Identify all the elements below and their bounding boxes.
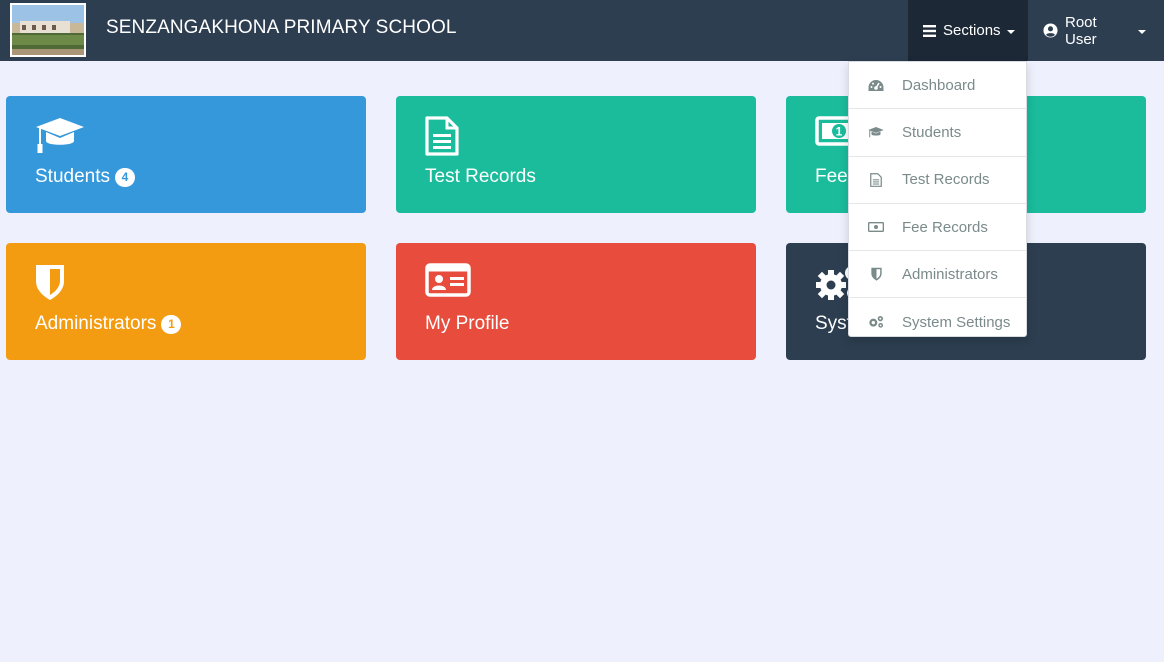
students-tile[interactable]: Students 4 bbox=[6, 96, 366, 213]
administrators-count-badge: 1 bbox=[161, 314, 182, 334]
students-count-badge: 4 bbox=[115, 167, 135, 187]
graduation-cap-icon bbox=[35, 116, 85, 159]
id-card-icon bbox=[425, 263, 471, 302]
gears-icon bbox=[868, 315, 884, 329]
caret-down-icon bbox=[1138, 29, 1146, 34]
shield-icon bbox=[35, 263, 65, 306]
test-records-tile-label: Test Records bbox=[425, 166, 536, 187]
brand-title[interactable]: SENZANGAKHONA PRIMARY SCHOOL bbox=[106, 17, 457, 39]
dropdown-item-label: Students bbox=[902, 123, 962, 141]
dropdown-item-students[interactable]: Students bbox=[849, 109, 1026, 157]
students-tile-label: Students bbox=[35, 166, 110, 187]
dropdown-item-label: Fee Records bbox=[902, 218, 988, 236]
graduation-cap-icon bbox=[868, 126, 884, 139]
tile-label: Students 4 bbox=[35, 166, 135, 188]
school-logo[interactable] bbox=[10, 3, 86, 57]
money-icon bbox=[868, 221, 884, 233]
test-records-tile[interactable]: Test Records bbox=[396, 96, 756, 213]
nav-right-menu: Sections Root User bbox=[908, 0, 1164, 61]
dropdown-item-system-settings[interactable]: System Settings bbox=[849, 298, 1026, 345]
document-icon bbox=[868, 172, 884, 187]
user-circle-icon bbox=[1043, 23, 1058, 38]
dropdown-item-fee-records[interactable]: Fee Records bbox=[849, 204, 1026, 252]
document-icon bbox=[425, 116, 459, 161]
caret-down-icon bbox=[1006, 29, 1015, 34]
administrators-tile-label: Administrators bbox=[35, 313, 157, 334]
dropdown-item-label: Dashboard bbox=[902, 76, 976, 94]
menu-icon bbox=[923, 24, 936, 37]
dashboard-icon bbox=[868, 79, 884, 92]
my-profile-tile[interactable]: My Profile bbox=[396, 243, 756, 360]
svg-text:1: 1 bbox=[836, 125, 843, 139]
sections-dropdown-toggle[interactable]: Sections bbox=[908, 0, 1028, 61]
tile-label: Administrators 1 bbox=[35, 313, 182, 335]
sections-dropdown-menu: Dashboard Students Test Records Fee Reco… bbox=[848, 61, 1027, 337]
administrators-tile[interactable]: Administrators 1 bbox=[6, 243, 366, 360]
sections-label: Sections bbox=[943, 22, 1001, 39]
dropdown-item-label: Administrators bbox=[902, 265, 998, 283]
top-navbar: SENZANGAKHONA PRIMARY SCHOOL Sections Ro… bbox=[0, 0, 1164, 61]
dropdown-item-dashboard[interactable]: Dashboard bbox=[849, 62, 1026, 110]
dropdown-item-label: System Settings bbox=[902, 313, 1011, 331]
my-profile-tile-label: My Profile bbox=[425, 313, 510, 334]
shield-icon bbox=[868, 267, 884, 281]
user-dropdown-toggle[interactable]: Root User bbox=[1028, 0, 1164, 61]
user-label: Root User bbox=[1065, 13, 1097, 48]
dropdown-item-test-records[interactable]: Test Records bbox=[849, 157, 1026, 204]
tile-label: My Profile bbox=[425, 313, 509, 335]
tile-label: Test Records bbox=[425, 166, 536, 188]
dropdown-item-label: Test Records bbox=[902, 171, 990, 189]
dropdown-item-administrators[interactable]: Administrators bbox=[849, 251, 1026, 299]
